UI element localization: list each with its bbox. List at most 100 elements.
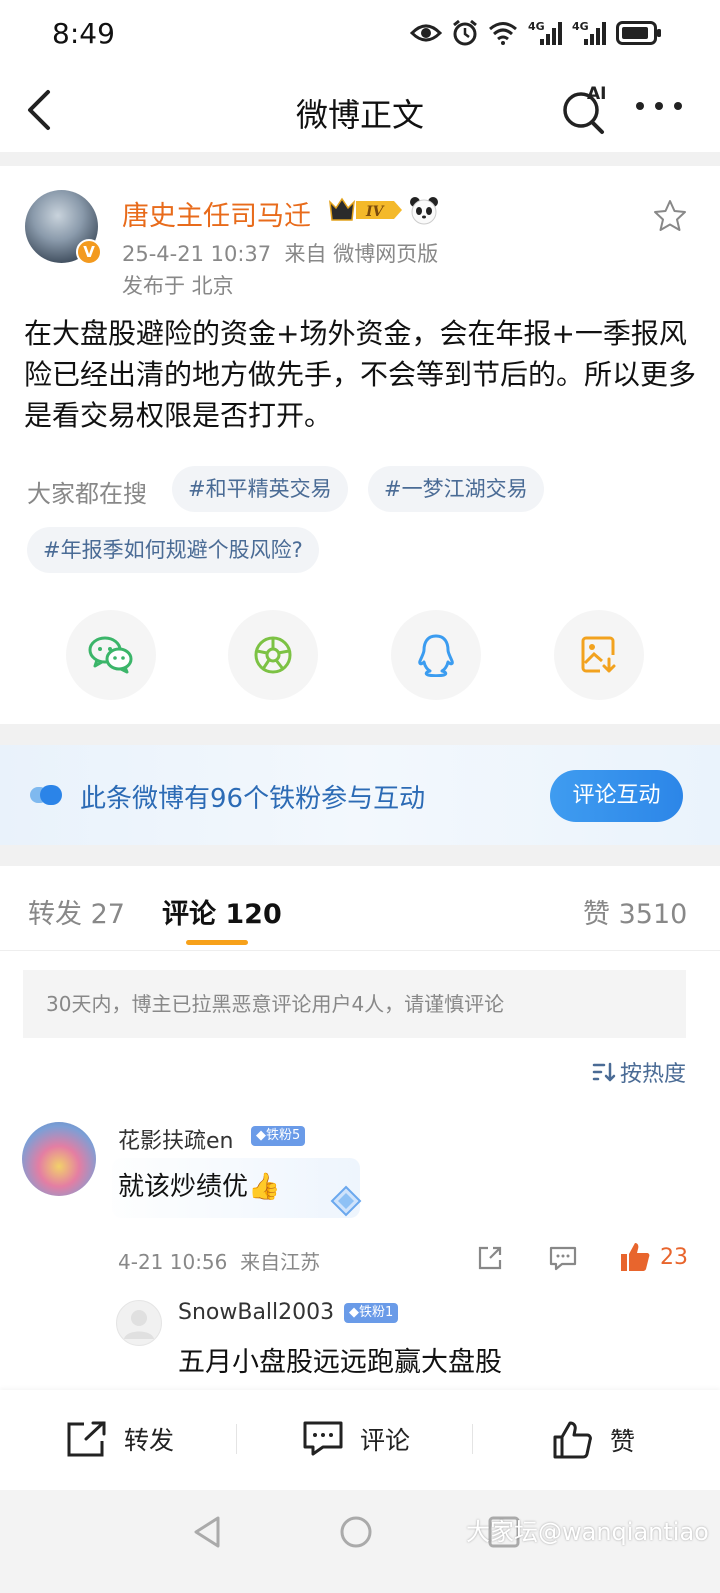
qq-icon xyxy=(418,634,454,677)
share-moments-button[interactable] xyxy=(228,610,318,700)
comment-location: 来自江苏 xyxy=(240,1250,321,1274)
network-label-1: 4G xyxy=(528,20,545,33)
divider xyxy=(472,1424,473,1454)
divider xyxy=(0,845,720,866)
sort-icon xyxy=(592,1062,616,1082)
comment-like-button[interactable] xyxy=(618,1240,652,1274)
star-icon xyxy=(654,200,686,231)
alarm-icon xyxy=(452,18,478,48)
comment-icon xyxy=(549,1246,577,1271)
sort-label: 按热度 xyxy=(620,1062,687,1087)
verified-badge: V xyxy=(76,239,102,265)
tab-comments[interactable]: 评论 120 xyxy=(162,892,282,931)
post-meta: 25-4-21 10:37 来自 微博网页版 xyxy=(122,238,438,268)
fan-level-badge: ◆铁粉5 xyxy=(251,1126,306,1146)
comment-meta: 4-21 10:56 来自江苏 xyxy=(118,1246,320,1275)
divider xyxy=(0,152,720,166)
nav-home-button[interactable] xyxy=(336,1512,376,1552)
comment-label: 评论 xyxy=(360,1426,411,1455)
active-tab-indicator xyxy=(186,940,248,945)
divider xyxy=(0,950,720,951)
divider xyxy=(0,724,720,745)
signal-4g-icon: 4G xyxy=(528,18,562,48)
moments-icon xyxy=(254,636,292,674)
reply-username[interactable]: SnowBall2003 xyxy=(178,1300,334,1325)
vip-level-badge: IV xyxy=(328,196,404,224)
dot-icon xyxy=(636,102,644,110)
repost-icon xyxy=(478,1246,502,1270)
watermark: 大家坛@wanqiantiao xyxy=(466,1518,709,1546)
divider xyxy=(236,1424,237,1454)
tab-repost[interactable]: 转发 27 xyxy=(28,892,125,931)
dot-icon xyxy=(674,102,682,110)
ai-search-button[interactable]: AI xyxy=(560,82,612,136)
more-button[interactable] xyxy=(636,96,682,116)
status-time: 8:49 xyxy=(52,17,115,50)
fan-interaction-banner: 此条微博有96个铁粉参与互动 评论互动 xyxy=(0,745,720,845)
post-text: 在大盘股避险的资金+场外资金，会在年报+一季报风险已经出清的地方做先手，不会等到… xyxy=(24,317,697,432)
reply-avatar[interactable] xyxy=(116,1300,162,1346)
panda-icon xyxy=(408,194,440,226)
ai-search-icon: AI xyxy=(563,84,606,134)
fan-level-text: 铁粉1 xyxy=(359,1305,394,1320)
post-timestamp: 25-4-21 10:37 xyxy=(122,242,272,266)
comment-time: 4-21 10:56 xyxy=(118,1250,228,1274)
repost-button[interactable]: 转发 xyxy=(66,1420,174,1458)
repost-label: 转发 xyxy=(124,1426,175,1455)
comment-repost-button[interactable] xyxy=(476,1244,506,1272)
share-wechat-button[interactable] xyxy=(66,610,156,700)
fan-level-badge: ◆铁粉1 xyxy=(344,1303,399,1323)
like-icon xyxy=(621,1243,650,1271)
reply-text: 五月小盘股远远跑赢大盘股 xyxy=(178,1347,502,1378)
trending-tag[interactable]: #年报季如何规避个股风险? xyxy=(27,527,319,573)
signal-4g-icon: 4G xyxy=(572,18,606,48)
like-button[interactable]: 赞 xyxy=(552,1420,635,1460)
like-label: 赞 xyxy=(610,1427,636,1456)
fan-banner-text: 此条微博有96个铁粉参与互动 xyxy=(80,784,426,814)
trending-tag[interactable]: #一梦江湖交易 xyxy=(368,466,544,512)
comment-notice: 30天内，博主已拉黑恶意评论用户4人，请谨慎评论 xyxy=(23,970,686,1038)
dot-icon xyxy=(655,102,663,110)
eye-icon xyxy=(410,18,442,48)
comment-interact-button[interactable]: 评论互动 xyxy=(550,770,683,822)
tab-likes[interactable]: 赞 3510 xyxy=(583,892,687,931)
commenter-avatar[interactable] xyxy=(22,1122,96,1196)
status-icons: 4G 4G xyxy=(410,18,662,48)
comment-like-count: 23 xyxy=(660,1245,688,1270)
battery-icon xyxy=(616,18,662,48)
network-label-2: 4G xyxy=(572,20,589,33)
default-avatar-icon xyxy=(124,1310,154,1339)
sort-button[interactable]: 按热度 xyxy=(592,1056,686,1088)
comment-button[interactable]: 评论 xyxy=(302,1420,410,1458)
share-qq-button[interactable] xyxy=(391,610,481,700)
save-image-icon xyxy=(581,636,616,673)
nav-back-button[interactable] xyxy=(188,1512,228,1552)
author-avatar[interactable]: V xyxy=(25,190,102,265)
save-image-button[interactable] xyxy=(554,610,644,700)
comment-icon xyxy=(303,1421,343,1456)
like-icon xyxy=(553,1421,592,1459)
page-title: 微博正文 xyxy=(295,96,424,134)
post-location: 发布于 北京 xyxy=(122,274,234,298)
header: 微博正文 AI xyxy=(0,68,720,152)
fan-level-text: 铁粉5 xyxy=(266,1128,301,1143)
repost-icon xyxy=(67,1421,106,1457)
ai-label: AI xyxy=(587,84,606,104)
triangle-back-icon xyxy=(194,1516,220,1548)
comment-reply-button[interactable] xyxy=(548,1244,578,1272)
favorite-button[interactable] xyxy=(652,198,688,234)
author-name[interactable]: 唐史主任司马迁 xyxy=(122,194,311,233)
comment-text: 就该炒绩优👍 xyxy=(118,1172,281,1202)
vip-level-text: IV xyxy=(365,204,386,220)
circle-home-icon xyxy=(340,1516,372,1548)
wifi-icon xyxy=(488,18,518,48)
post-source: 来自 微博网页版 xyxy=(284,242,439,266)
status-bar: 8:49 4G 4G xyxy=(0,0,720,68)
wechat-icon xyxy=(88,636,133,674)
fan-icon xyxy=(30,784,64,806)
trending-search-label: 大家都在搜 xyxy=(27,480,147,508)
bottom-action-bar: 转发 评论 赞 xyxy=(0,1390,720,1490)
diamond-icon xyxy=(326,1184,366,1224)
trending-tag[interactable]: #和平精英交易 xyxy=(172,466,348,512)
commenter-name[interactable]: 花影扶疏en xyxy=(118,1123,233,1155)
